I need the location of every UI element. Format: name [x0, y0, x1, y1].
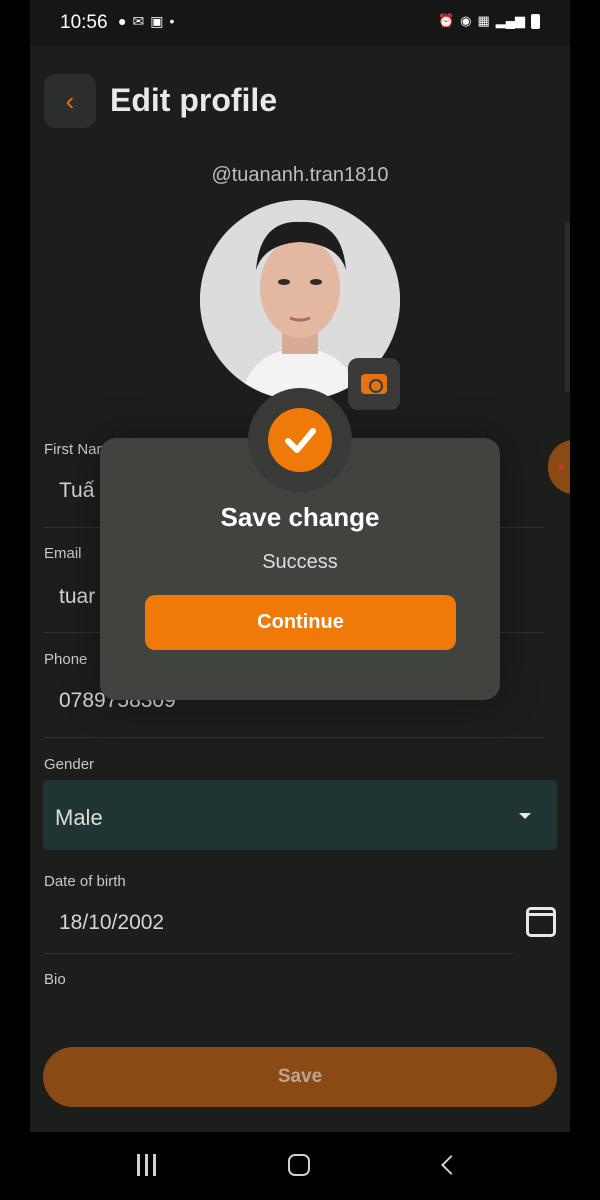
gender-select[interactable]: Male — [43, 780, 557, 850]
status-bar: 10:56 ● ✉ ▣ • ⏰ ◉ ▦ ▂▄▆ — [30, 0, 570, 46]
dob-label: Date of birth — [44, 873, 126, 890]
dialog-title: Save change — [220, 502, 380, 532]
scrollbar[interactable] — [565, 222, 570, 392]
system-icons: ⏰ ◉ ▦ ▂▄▆ — [438, 13, 540, 29]
chevron-left-icon: ‹ — [65, 85, 75, 116]
battery-icon — [531, 13, 540, 29]
gender-value: Male — [55, 805, 103, 830]
signal-icon: ▂▄▆ — [495, 13, 525, 28]
dob-input[interactable]: 18/10/2002 — [59, 911, 164, 935]
floating-bubble-button[interactable] — [548, 440, 570, 494]
divider — [44, 737, 544, 738]
globe-icon: ● — [118, 13, 127, 29]
email-input[interactable]: tuar — [59, 585, 95, 609]
divider — [44, 953, 514, 954]
save-button[interactable]: Save — [43, 1047, 557, 1107]
notification-icons: ● ✉ ▣ • — [118, 13, 174, 30]
dialog-subtitle: Success — [262, 551, 338, 573]
continue-button[interactable]: Continue — [145, 595, 456, 650]
dropdown-arrow-icon — [519, 813, 531, 819]
record-dot-icon — [558, 464, 564, 470]
back-nav-button[interactable] — [441, 1155, 461, 1175]
alarm-icon: ⏰ — [437, 13, 455, 28]
gender-label: Gender — [44, 756, 95, 773]
mail-icon: ✉ — [132, 13, 145, 29]
system-nav-bar — [30, 1132, 570, 1200]
recent-apps-button[interactable] — [137, 1154, 156, 1176]
username: @tuananh.tran1810 — [211, 164, 389, 186]
camera-icon — [361, 374, 387, 394]
status-time: 10:56 — [60, 12, 108, 33]
checkmark-glyph — [285, 428, 316, 453]
bio-label: Bio — [44, 971, 66, 988]
change-photo-button[interactable] — [348, 358, 400, 410]
app-screen: 10:56 ● ✉ ▣ • ⏰ ◉ ▦ ▂▄▆ ‹ Edit profile @… — [30, 0, 570, 1200]
hotspot-icon: ◉ — [460, 13, 472, 28]
first-name-input[interactable]: Tuấ — [59, 479, 94, 503]
phone-label: Phone — [44, 651, 88, 668]
back-button[interactable]: ‹ — [44, 74, 96, 128]
dot-icon: • — [169, 13, 175, 29]
home-button[interactable] — [288, 1154, 310, 1176]
lte-icon: ▦ — [477, 13, 490, 28]
app-notification-icon: ▣ — [150, 13, 164, 29]
page-title: Edit profile — [110, 82, 278, 118]
calendar-icon[interactable] — [526, 907, 556, 937]
email-label: Email — [44, 545, 82, 562]
checkmark-icon — [268, 408, 332, 472]
